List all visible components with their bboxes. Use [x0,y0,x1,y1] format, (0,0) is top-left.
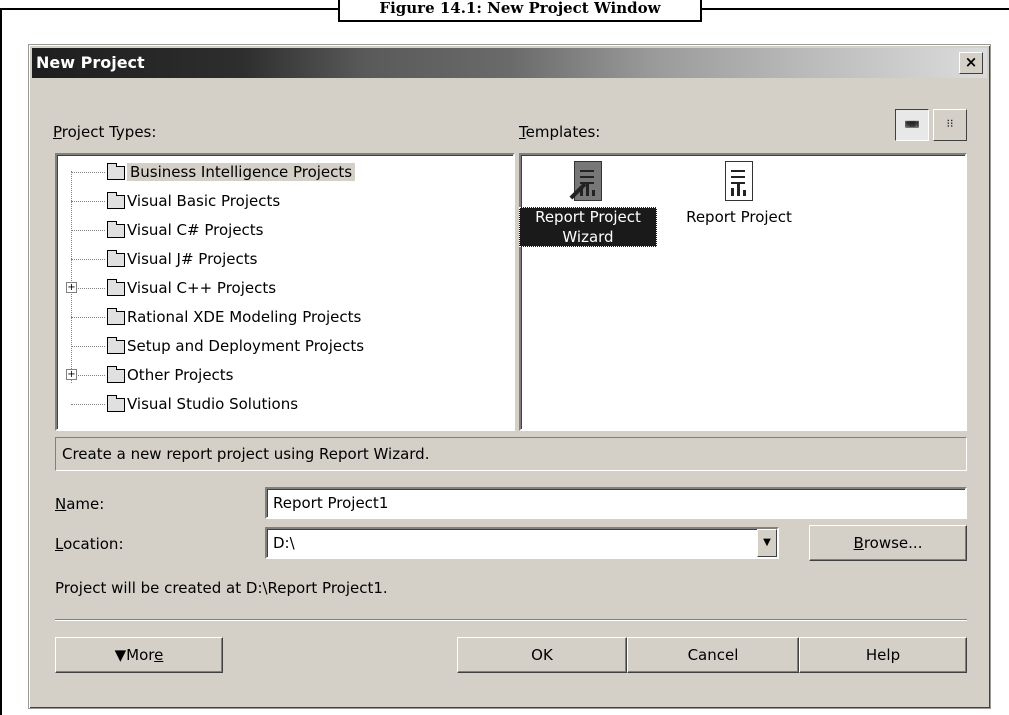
separator [55,619,967,621]
tree-item-label: Business Intelligence Projects [127,159,356,185]
folder-icon [107,366,125,383]
frame-line-top-left [0,8,338,10]
folder-icon [107,163,125,180]
folder-icon [107,221,125,238]
expand-icon[interactable]: + [66,369,77,380]
folder-icon [107,250,125,267]
tree-item[interactable]: + Visual C++ Projects [57,275,513,301]
folder-icon [107,279,125,296]
list-icon: ⁝⁝ [946,117,954,130]
folder-icon [107,308,125,325]
tree-item[interactable]: Visual Basic Projects [57,188,513,214]
tree-item-label: Rational XDE Modeling Projects [127,308,362,326]
templates-label: Templates: [519,123,601,141]
path-info-text: Project will be created at D:\Report Pro… [55,579,388,597]
expand-icon[interactable]: + [66,282,77,293]
tree-connector [71,201,105,202]
location-value: D:\ [273,534,295,552]
tree-connector [71,230,105,231]
tree-connector [71,259,105,260]
tree-item-label: Setup and Deployment Projects [127,337,365,355]
more-button[interactable]: ▼More [55,637,223,673]
folder-icon [107,192,125,209]
template-label: Report Project [686,208,792,226]
tree-item[interactable]: Visual Studio Solutions [57,391,513,417]
small-icons-view-button[interactable]: ⁝⁝ [933,109,967,141]
window-title: New Project [36,53,145,72]
tree-connector [71,317,105,318]
tree-item-label: Visual C# Projects [127,221,264,239]
template-report-project[interactable]: Report Project [685,159,793,227]
report-project-icon [719,159,759,207]
close-button[interactable]: × [959,52,983,74]
title-bar[interactable]: New Project × [32,48,987,78]
tree-item-label: Visual C++ Projects [127,279,277,297]
chevron-down-icon: ▼ [763,537,771,548]
tree-connector [71,172,105,173]
template-report-project-wizard[interactable]: Report Project Wizard [519,159,657,247]
cancel-button[interactable]: Cancel [627,637,799,673]
project-types-tree[interactable]: Business Intelligence Projects Visual Bas… [55,153,515,431]
location-combobox[interactable]: D:\ ▼ [265,527,779,559]
tree-connector [71,346,105,347]
tree-item[interactable]: Visual C# Projects [57,217,513,243]
name-input[interactable]: Report Project1 [265,487,967,519]
project-types-label: Project Types: [53,123,157,141]
tree-item[interactable]: + Other Projects [57,362,513,388]
frame-line-top-right [702,8,1009,10]
close-icon: × [964,53,978,71]
report-wizard-icon [568,159,608,207]
name-label: Name: [55,495,105,513]
figure-caption: Figure 14.1: New Project Window [338,0,702,22]
browse-button[interactable]: Browse... [809,525,967,561]
frame-line-left [0,8,2,715]
new-project-dialog: New Project × Project Types: Business In… [28,44,991,709]
tree-item-label: Visual Basic Projects [127,192,281,210]
large-icons-icon: ▦▦ [905,117,919,130]
ok-button[interactable]: OK [457,637,627,673]
description-text: Create a new report project using Report… [55,437,967,471]
templates-panel[interactable]: Report Project Wizard Report Project [519,153,967,431]
folder-icon [107,395,125,412]
tree-item[interactable]: Setup and Deployment Projects [57,333,513,359]
location-dropdown-button[interactable]: ▼ [757,529,777,557]
tree-item-label: Visual Studio Solutions [127,395,299,413]
tree-item[interactable]: Business Intelligence Projects [57,159,513,185]
large-icons-view-button[interactable]: ▦▦ [895,109,929,141]
folder-icon [107,337,125,354]
tree-item[interactable]: Rational XDE Modeling Projects [57,304,513,330]
help-button[interactable]: Help [799,637,967,673]
tree-connector [71,404,105,405]
location-label: Location: [55,535,124,553]
tree-item-label: Other Projects [127,366,234,384]
tree-item-label: Visual J# Projects [127,250,258,268]
template-label: Report Project Wizard [519,207,657,247]
tree-item[interactable]: Visual J# Projects [57,246,513,272]
